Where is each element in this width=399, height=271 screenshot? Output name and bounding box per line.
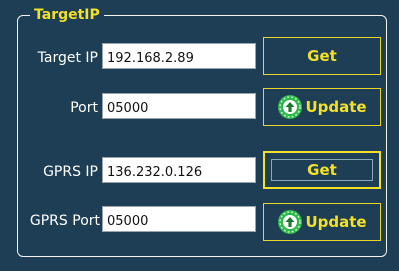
gprs-ip-input[interactable] [102,157,256,183]
upload-arrow-circle-icon [277,209,303,235]
target-get-button[interactable]: Get [263,37,381,75]
gprs-update-label: Update [305,213,367,231]
target-update-button[interactable]: Update [263,88,381,126]
upload-arrow-circle-icon [277,94,303,120]
target-ip-label: Target IP [37,50,98,66]
port-label: Port [70,100,98,116]
groupbox-title: TargetIP [30,6,104,24]
port-input[interactable] [102,93,256,119]
gprs-get-button[interactable]: Get [263,151,381,189]
target-ip-panel: TargetIP Target IP Get Port Update GPRS … [0,0,399,271]
gprs-ip-label: GPRS IP [43,164,98,180]
target-ip-input[interactable] [102,43,256,69]
target-get-label: Get [307,47,337,65]
gprs-port-label: GPRS Port [29,213,100,229]
target-update-label: Update [305,98,367,116]
gprs-update-button[interactable]: Update [263,203,381,241]
gprs-get-label: Get [307,161,337,179]
gprs-port-input[interactable] [102,206,256,232]
